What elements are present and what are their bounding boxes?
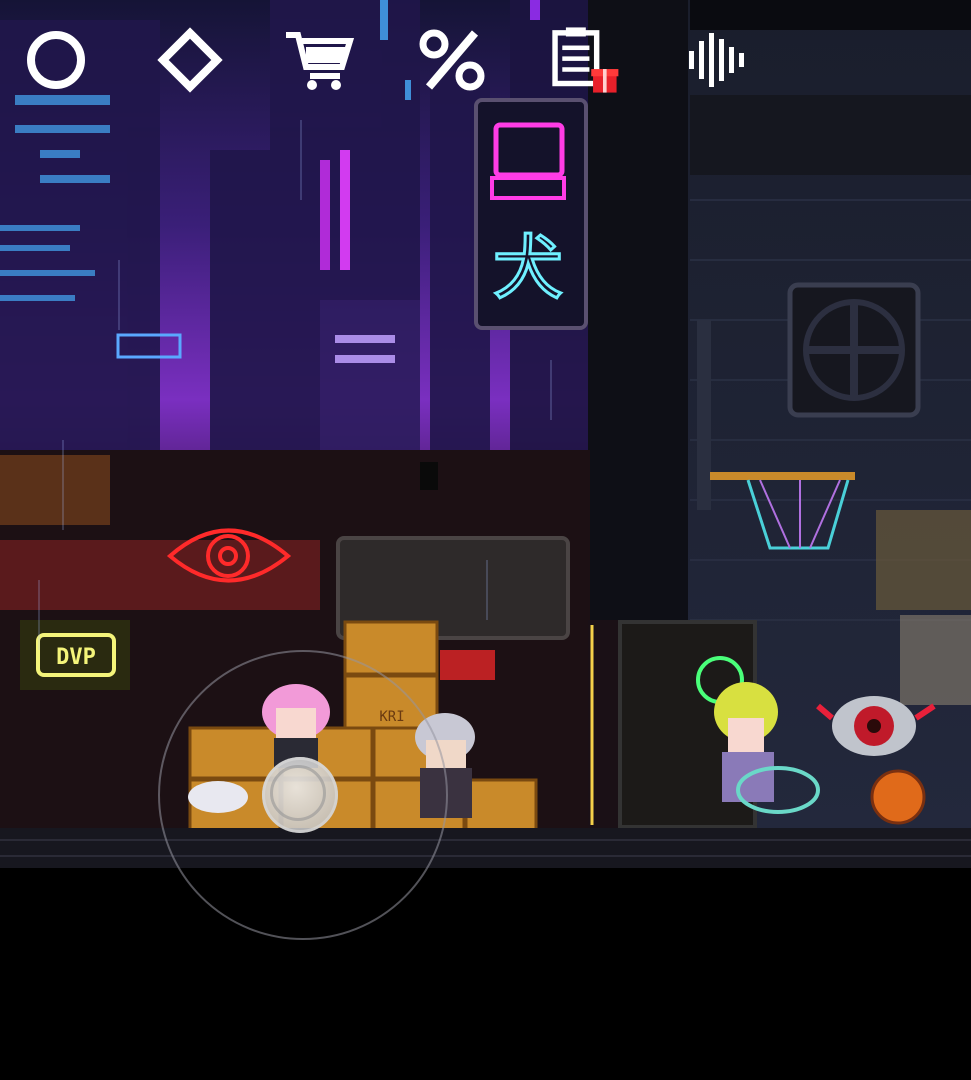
diamond-button[interactable] (152, 22, 228, 98)
virtual-joystick-knob[interactable] (262, 757, 338, 833)
rain-streak (486, 560, 488, 620)
tasks-button[interactable] (546, 22, 622, 98)
diamond-icon (157, 27, 223, 93)
sound-wave-icon (689, 33, 744, 87)
clipboard-gift-icon (552, 27, 619, 93)
street-ground (0, 828, 971, 868)
wall-fan (787, 282, 921, 418)
poster-2 (900, 615, 971, 705)
percent-icon (419, 29, 485, 91)
poster-1 (876, 510, 971, 610)
shopping-cart-icon (286, 32, 355, 90)
hud-toolbar (0, 0, 971, 120)
rain-streak (300, 120, 302, 200)
basketball (870, 769, 926, 825)
game-scene: 犬 DVP KRI (0, 0, 971, 1080)
shop-button[interactable] (282, 22, 358, 98)
rain-streak (550, 360, 552, 420)
dvp-sign: DVP (56, 645, 96, 670)
rain-streak (118, 260, 120, 330)
rain-streak (38, 580, 40, 650)
sound-button[interactable] (678, 22, 754, 98)
rain-streak (62, 440, 64, 530)
neon-kanji-sign: 犬 (493, 227, 563, 309)
discount-button[interactable] (414, 22, 490, 98)
circle-button[interactable] (18, 22, 94, 98)
circle-icon (27, 31, 85, 89)
